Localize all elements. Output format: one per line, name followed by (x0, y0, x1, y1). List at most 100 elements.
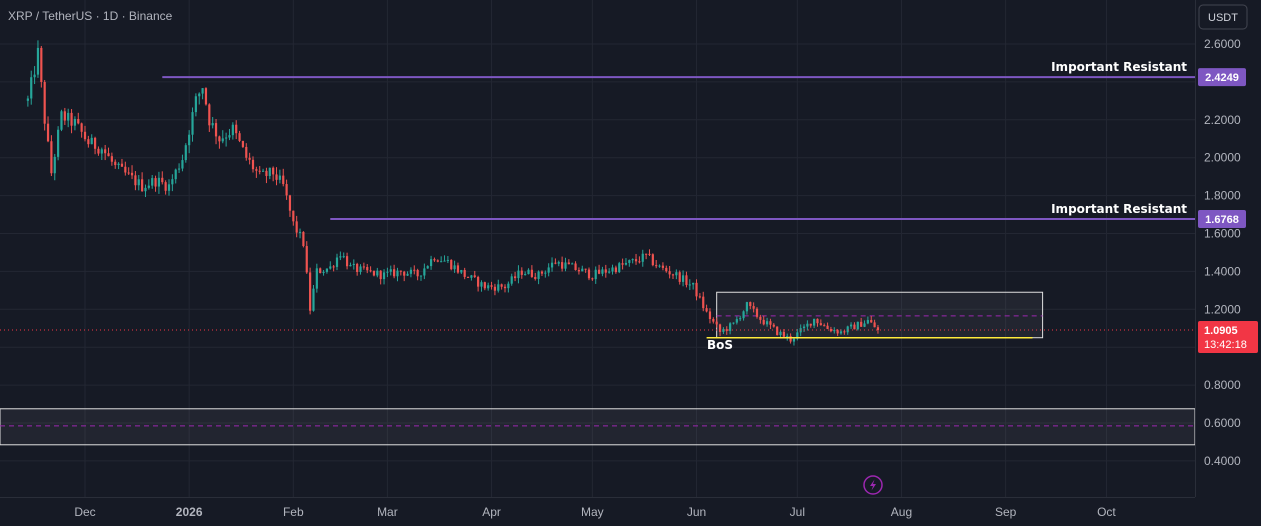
candle-body[interactable] (577, 270, 581, 272)
candle-body[interactable] (46, 123, 50, 142)
candle-body[interactable] (429, 259, 433, 267)
candle-body[interactable] (712, 319, 715, 322)
candle-body[interactable] (527, 269, 530, 275)
candle-body[interactable] (503, 286, 507, 289)
candle-body[interactable] (483, 282, 486, 289)
candle-body[interactable] (366, 267, 369, 271)
currency-button[interactable]: USDT (1198, 4, 1248, 30)
candle-body[interactable] (789, 336, 792, 342)
candle-body[interactable] (567, 262, 570, 265)
candle-body[interactable] (379, 270, 382, 280)
candle-body[interactable] (846, 326, 849, 333)
candle-body[interactable] (73, 118, 77, 126)
candle-body[interactable] (356, 263, 359, 272)
candle-body[interactable] (53, 156, 56, 174)
candle-body[interactable] (466, 276, 470, 278)
candle-body[interactable] (597, 269, 601, 274)
candle-body[interactable] (87, 139, 90, 145)
candle-body[interactable] (63, 111, 66, 121)
candle-body[interactable] (382, 272, 386, 280)
candle-body[interactable] (389, 269, 392, 272)
candle-body[interactable] (554, 262, 557, 264)
candle-body[interactable] (863, 323, 866, 327)
price-axis[interactable]: 0.40000.60000.80001.00001.20001.40001.60… (1195, 0, 1261, 526)
candle-body[interactable] (786, 336, 789, 338)
candle-body[interactable] (517, 270, 520, 279)
candle-body[interactable] (393, 269, 396, 277)
candle-body[interactable] (860, 321, 863, 327)
candle-body[interactable] (332, 266, 335, 268)
candle-body[interactable] (813, 318, 816, 326)
candle-body[interactable] (776, 326, 779, 336)
candle-body[interactable] (161, 177, 164, 183)
candle-body[interactable] (695, 282, 698, 297)
candle-body[interactable] (782, 331, 785, 337)
candle-body[interactable] (641, 253, 644, 262)
candle-body[interactable] (772, 324, 775, 327)
candle-body[interactable] (480, 282, 483, 287)
candle-body[interactable] (406, 273, 409, 276)
candle-body[interactable] (26, 98, 29, 101)
candle-body[interactable] (708, 311, 712, 320)
candle-body[interactable] (177, 168, 181, 170)
candle-body[interactable] (67, 112, 70, 121)
candle-body[interactable] (325, 268, 329, 272)
candle-body[interactable] (335, 257, 339, 267)
candle-body[interactable] (409, 269, 413, 274)
candle-body[interactable] (403, 271, 406, 276)
candle-body[interactable] (604, 269, 607, 273)
candle-body[interactable] (873, 322, 876, 328)
candle-body[interactable] (802, 326, 806, 329)
candle-body[interactable] (319, 268, 322, 274)
candle-body[interactable] (218, 136, 221, 142)
candle-body[interactable] (665, 267, 668, 272)
candle-body[interactable] (561, 262, 564, 269)
candle-body[interactable] (477, 276, 480, 287)
candle-body[interactable] (648, 253, 651, 255)
candle-body[interactable] (268, 167, 271, 176)
candle-body[interactable] (90, 137, 93, 145)
candle-body[interactable] (50, 141, 53, 174)
candle-body[interactable] (376, 270, 379, 276)
candle-body[interactable] (500, 284, 503, 287)
candle-body[interactable] (359, 266, 362, 272)
candle-body[interactable] (191, 112, 194, 135)
candle-body[interactable] (188, 134, 191, 146)
candle-body[interactable] (60, 111, 63, 130)
candle-body[interactable] (836, 330, 839, 334)
candle-body[interactable] (110, 156, 113, 162)
candle-body[interactable] (829, 328, 833, 332)
candle-body[interactable] (692, 282, 695, 285)
candle-body[interactable] (426, 266, 429, 269)
candle-body[interactable] (601, 269, 604, 274)
candle-body[interactable] (241, 140, 245, 147)
candle-body[interactable] (513, 276, 517, 279)
candle-body[interactable] (557, 262, 560, 264)
candle-body[interactable] (450, 259, 453, 270)
candle-body[interactable] (154, 178, 157, 187)
candle-body[interactable] (352, 263, 355, 266)
candle-body[interactable] (806, 323, 809, 327)
candle-body[interactable] (446, 259, 449, 261)
candle-body[interactable] (819, 323, 822, 326)
candle-body[interactable] (127, 172, 130, 174)
candle-body[interactable] (33, 74, 36, 78)
candle-body[interactable] (114, 161, 117, 166)
candle-body[interactable] (80, 123, 83, 132)
candle-body[interactable] (705, 308, 708, 312)
candle-body[interactable] (245, 146, 248, 158)
candle-body[interactable] (668, 271, 671, 275)
candle-body[interactable] (144, 187, 147, 192)
candle-body[interactable] (221, 138, 224, 142)
candle-body[interactable] (278, 175, 281, 180)
candle-body[interactable] (423, 268, 426, 276)
candle-body[interactable] (628, 260, 631, 263)
candle-body[interactable] (235, 124, 238, 134)
candle-body[interactable] (339, 256, 342, 258)
candle-body[interactable] (463, 270, 466, 277)
candle-body[interactable] (298, 231, 302, 233)
candle-body[interactable] (141, 179, 144, 192)
candle-body[interactable] (537, 271, 540, 279)
candle-body[interactable] (487, 285, 490, 289)
candle-body[interactable] (124, 166, 127, 173)
